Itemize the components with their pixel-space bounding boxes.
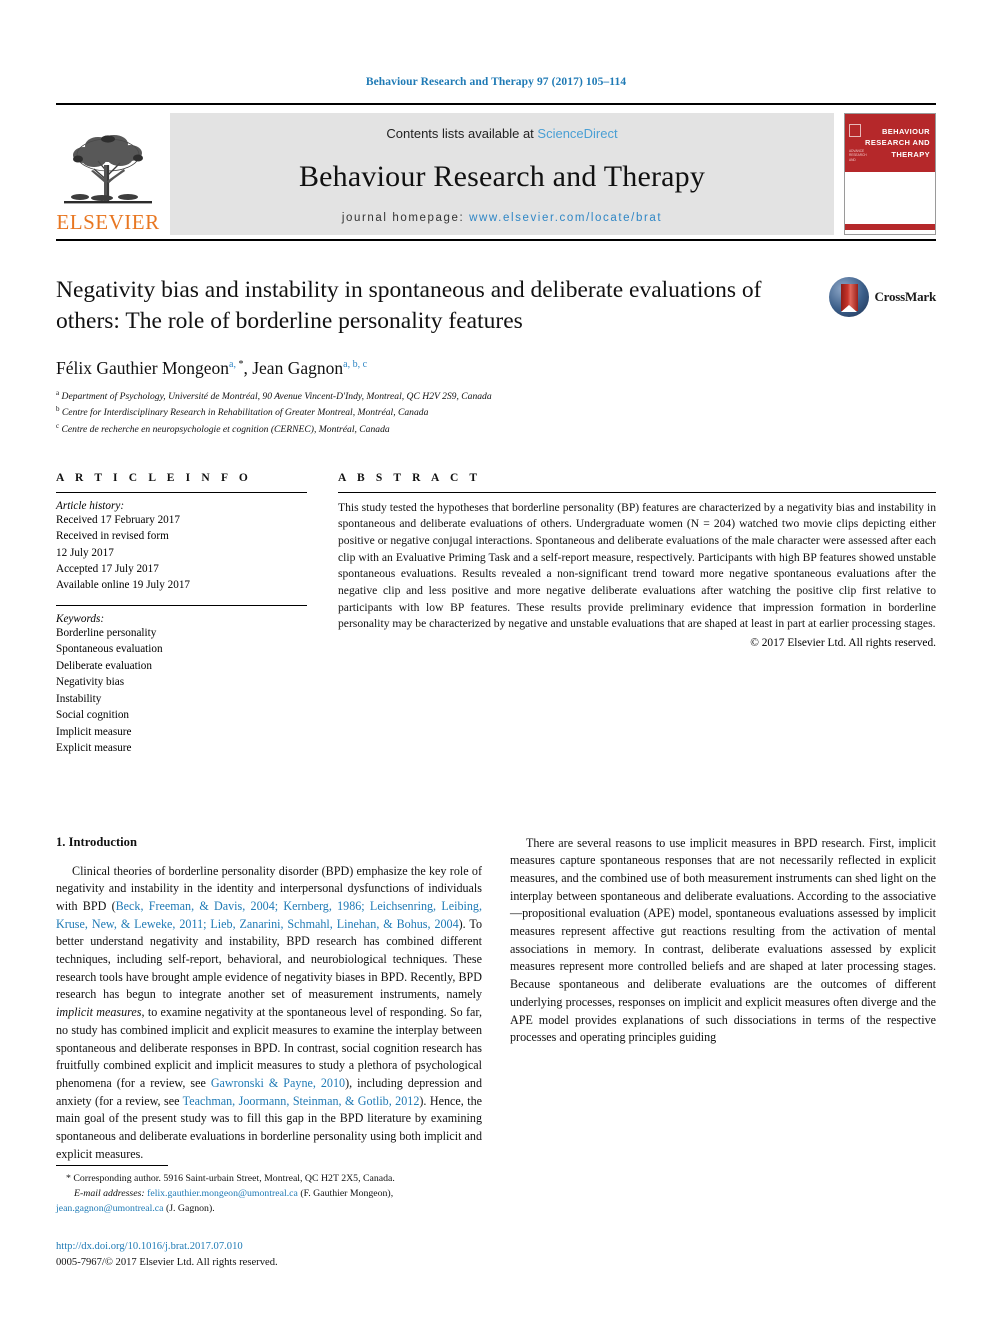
body-columns: 1. Introduction Clinical theories of bor… <box>56 835 936 1164</box>
keyword-item: Negativity bias <box>56 676 125 689</box>
journal-masthead: ELSEVIER Contents lists available at Sci… <box>56 113 936 235</box>
affiliation-item: c Centre de recherche en neuropsychologi… <box>56 421 936 438</box>
elsevier-logo[interactable]: ELSEVIER <box>56 113 160 235</box>
footnote-divider <box>56 1165 168 1167</box>
header-divider <box>56 103 936 105</box>
crossmark-label: CrossMark <box>874 289 936 304</box>
author-1-marks: a, * <box>229 358 244 370</box>
contents-prefix: Contents lists available at <box>386 126 538 141</box>
citation-group-1[interactable]: Beck, Freeman, & Davis, 2004; Kernberg, … <box>56 899 482 931</box>
doi-link[interactable]: http://dx.doi.org/10.1016/j.brat.2017.07… <box>56 1239 502 1255</box>
cover-title-line-2: RESEARCH AND <box>865 138 930 148</box>
cover-journal-title: BEHAVIOUR RESEARCH AND THERAPY <box>865 126 930 160</box>
intro-paragraph-2: There are several reasons to use implici… <box>510 835 936 1045</box>
abstract-column: A B S T R A C T This study tested the hy… <box>338 472 936 757</box>
article-history-label: Article history: <box>56 499 125 512</box>
keywords-divider <box>56 604 307 606</box>
author-1[interactable]: Félix Gauthier Mongeon <box>56 358 229 378</box>
history-item: Received in revised form <box>56 530 169 543</box>
email-owner-1: (F. Gauthier Mongeon), <box>300 1187 394 1199</box>
abstract-text: This study tested the hypotheses that bo… <box>338 500 936 631</box>
page-title: Negativity bias and instability in spont… <box>56 277 762 335</box>
cover-header: ADVANCE RESEARCH AND BEHAVIOUR RESEARCH A… <box>845 114 935 172</box>
corresponding-author-text: Corresponding author. 5916 Saint-urbain … <box>73 1173 395 1185</box>
author-2[interactable]: Jean Gagnon <box>252 358 343 378</box>
email-link-1[interactable]: felix.gauthier.mongeon@umontreal.ca <box>147 1188 298 1199</box>
affiliation-text: Centre de recherche en neuropsychologie … <box>61 424 390 436</box>
citation-group-3[interactable]: Teachman, Joormann, Steinman, & Gotlib, … <box>183 1094 420 1108</box>
author-2-marks: a, b, c <box>343 358 368 370</box>
article-history-list: Received 17 February 2017 Received in re… <box>56 512 307 594</box>
email-addresses-label: E-mail addresses: <box>74 1187 145 1199</box>
body-column-left: 1. Introduction Clinical theories of bor… <box>56 835 482 1164</box>
journal-homepage-line: journal homepage: www.elsevier.com/locat… <box>342 212 662 224</box>
crossmark-badge-group[interactable]: CrossMark <box>829 277 936 317</box>
keyword-item: Deliberate evaluation <box>56 659 152 672</box>
info-abstract-row: A R T I C L E I N F O Article history: R… <box>56 472 936 757</box>
section-heading-introduction: 1. Introduction <box>56 834 137 849</box>
affiliation-list: a Department of Psychology, Université d… <box>56 388 936 438</box>
author-list: Félix Gauthier Mongeona, *, Jean Gagnona… <box>56 357 368 378</box>
abstract-copyright: © 2017 Elsevier Ltd. All rights reserved… <box>750 637 936 650</box>
title-block: Negativity bias and instability in spont… <box>56 275 936 438</box>
email-link-2[interactable]: jean.gagnon@umontreal.ca <box>56 1203 164 1214</box>
affiliation-text: Department of Psychology, Université de … <box>61 390 492 402</box>
homepage-prefix: journal homepage: <box>341 212 470 224</box>
journal-homepage-link[interactable]: www.elsevier.com/locate/brat <box>469 212 662 224</box>
cover-body <box>845 172 935 224</box>
history-item: Accepted 17 July 2017 <box>56 563 159 576</box>
masthead-center-panel: Contents lists available at ScienceDirec… <box>170 113 834 235</box>
affiliation-mark: c <box>56 421 60 430</box>
corresponding-author-note: * Corresponding author. 5916 Saint-urbai… <box>56 1172 502 1216</box>
keyword-item: Explicit measure <box>56 742 132 755</box>
cover-bottom-bar <box>845 224 935 230</box>
footnote-block: * Corresponding author. 5916 Saint-urbai… <box>56 1165 502 1271</box>
journal-title: Behaviour Research and Therapy <box>298 159 706 193</box>
cover-elsevier-mark-icon: ADVANCE RESEARCH AND <box>849 124 867 162</box>
doi-block: http://dx.doi.org/10.1016/j.brat.2017.07… <box>56 1239 502 1271</box>
elsevier-tree-icon <box>58 125 158 211</box>
affiliation-mark: a <box>56 388 60 397</box>
keyword-list: Borderline personality Spontaneous evalu… <box>56 625 307 757</box>
elsevier-wordmark: ELSEVIER <box>56 210 160 234</box>
footnote-star: * <box>66 1173 71 1185</box>
affiliation-item: b Centre for Interdisciplinary Research … <box>56 404 936 421</box>
keyword-item: Instability <box>56 692 102 705</box>
abstract-divider <box>338 491 936 493</box>
article-info-column: A R T I C L E I N F O Article history: R… <box>56 472 307 757</box>
keywords-label: Keywords: <box>56 612 105 625</box>
email-owner-2: (J. Gagnon). <box>165 1202 215 1214</box>
intro-paragraph-1: Clinical theories of borderline personal… <box>56 863 482 1164</box>
history-item: 12 July 2017 <box>56 546 114 559</box>
citation-group-2[interactable]: Gawronski & Payne, 2010 <box>211 1076 345 1090</box>
abstract-heading: A B S T R A C T <box>338 471 482 484</box>
crossmark-icon <box>829 277 870 317</box>
affiliation-item: a Department of Psychology, Université d… <box>56 388 936 405</box>
keyword-item: Borderline personality <box>56 626 157 639</box>
p1-italic-implicit-measures: implicit measures <box>56 1005 142 1020</box>
cover-title-line-1: BEHAVIOUR <box>881 127 930 137</box>
body-column-right: There are several reasons to use implici… <box>510 835 936 1164</box>
issn-copyright-line: 0005-7967/© 2017 Elsevier Ltd. All right… <box>56 1257 278 1269</box>
cover-title-line-3: THERAPY <box>891 149 930 159</box>
history-item: Available online 19 July 2017 <box>56 579 191 592</box>
keyword-item: Implicit measure <box>56 725 132 738</box>
article-info-heading: A R T I C L E I N F O <box>56 471 252 484</box>
journal-cover-thumbnail[interactable]: ADVANCE RESEARCH AND BEHAVIOUR RESEARCH A… <box>844 113 936 235</box>
contents-lists-line: Contents lists available at ScienceDirec… <box>386 126 617 141</box>
sciencedirect-link[interactable]: ScienceDirect <box>537 126 617 141</box>
masthead-divider <box>56 239 936 241</box>
affiliation-text: Centre for Interdisciplinary Research in… <box>61 407 429 419</box>
article-info-divider <box>56 491 307 493</box>
journal-article-page: Behaviour Research and Therapy 97 (2017)… <box>0 0 992 1323</box>
history-item: Received 17 February 2017 <box>56 513 180 526</box>
running-head: Behaviour Research and Therapy 97 (2017)… <box>365 76 627 88</box>
affiliation-mark: b <box>56 405 60 414</box>
keyword-item: Social cognition <box>56 709 130 722</box>
keyword-item: Spontaneous evaluation <box>56 643 163 656</box>
